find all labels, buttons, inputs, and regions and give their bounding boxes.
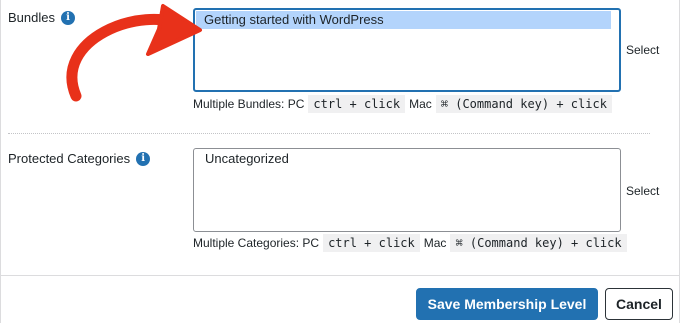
bundles-label: Bundles i (8, 10, 75, 25)
bundles-mac-label: Mac (409, 97, 432, 111)
bundles-option[interactable]: Getting started with WordPress (196, 11, 611, 29)
protected-categories-mac-label: Mac (423, 236, 447, 250)
section-divider (8, 133, 650, 134)
bundles-select-link[interactable]: Select (626, 43, 659, 57)
bundles-pc-keys: ctrl + click (308, 95, 406, 113)
protected-categories-select-link[interactable]: Select (626, 184, 659, 198)
bundles-mac-keys: ⌘ (Command key) + click (435, 95, 612, 113)
protected-categories-mac-keys: ⌘ (Command key) + click (450, 234, 627, 252)
save-membership-level-button[interactable]: Save Membership Level (416, 288, 598, 320)
protected-categories-label: Protected Categories i (8, 151, 151, 166)
bundles-help-prefix: Multiple Bundles: PC (193, 97, 305, 111)
protected-categories-help-prefix: Multiple Categories: PC (193, 236, 320, 250)
protected-categories-label-text: Protected Categories (8, 151, 131, 166)
protected-categories-option[interactable]: Uncategorized (197, 150, 620, 168)
bundles-help: Multiple Bundles: PC ctrl + click Mac ⌘ … (193, 95, 612, 113)
protected-categories-pc-keys: ctrl + click (323, 234, 420, 252)
cancel-button[interactable]: Cancel (605, 288, 673, 320)
info-icon[interactable]: i (60, 10, 75, 25)
bundles-listbox[interactable]: Getting started with WordPress (193, 8, 621, 92)
protected-categories-help: Multiple Categories: PC ctrl + click Mac… (193, 234, 627, 252)
info-icon[interactable]: i (136, 151, 151, 166)
bundles-label-text: Bundles (8, 10, 55, 25)
protected-categories-listbox[interactable]: Uncategorized (193, 148, 621, 232)
footer-divider (0, 275, 680, 276)
